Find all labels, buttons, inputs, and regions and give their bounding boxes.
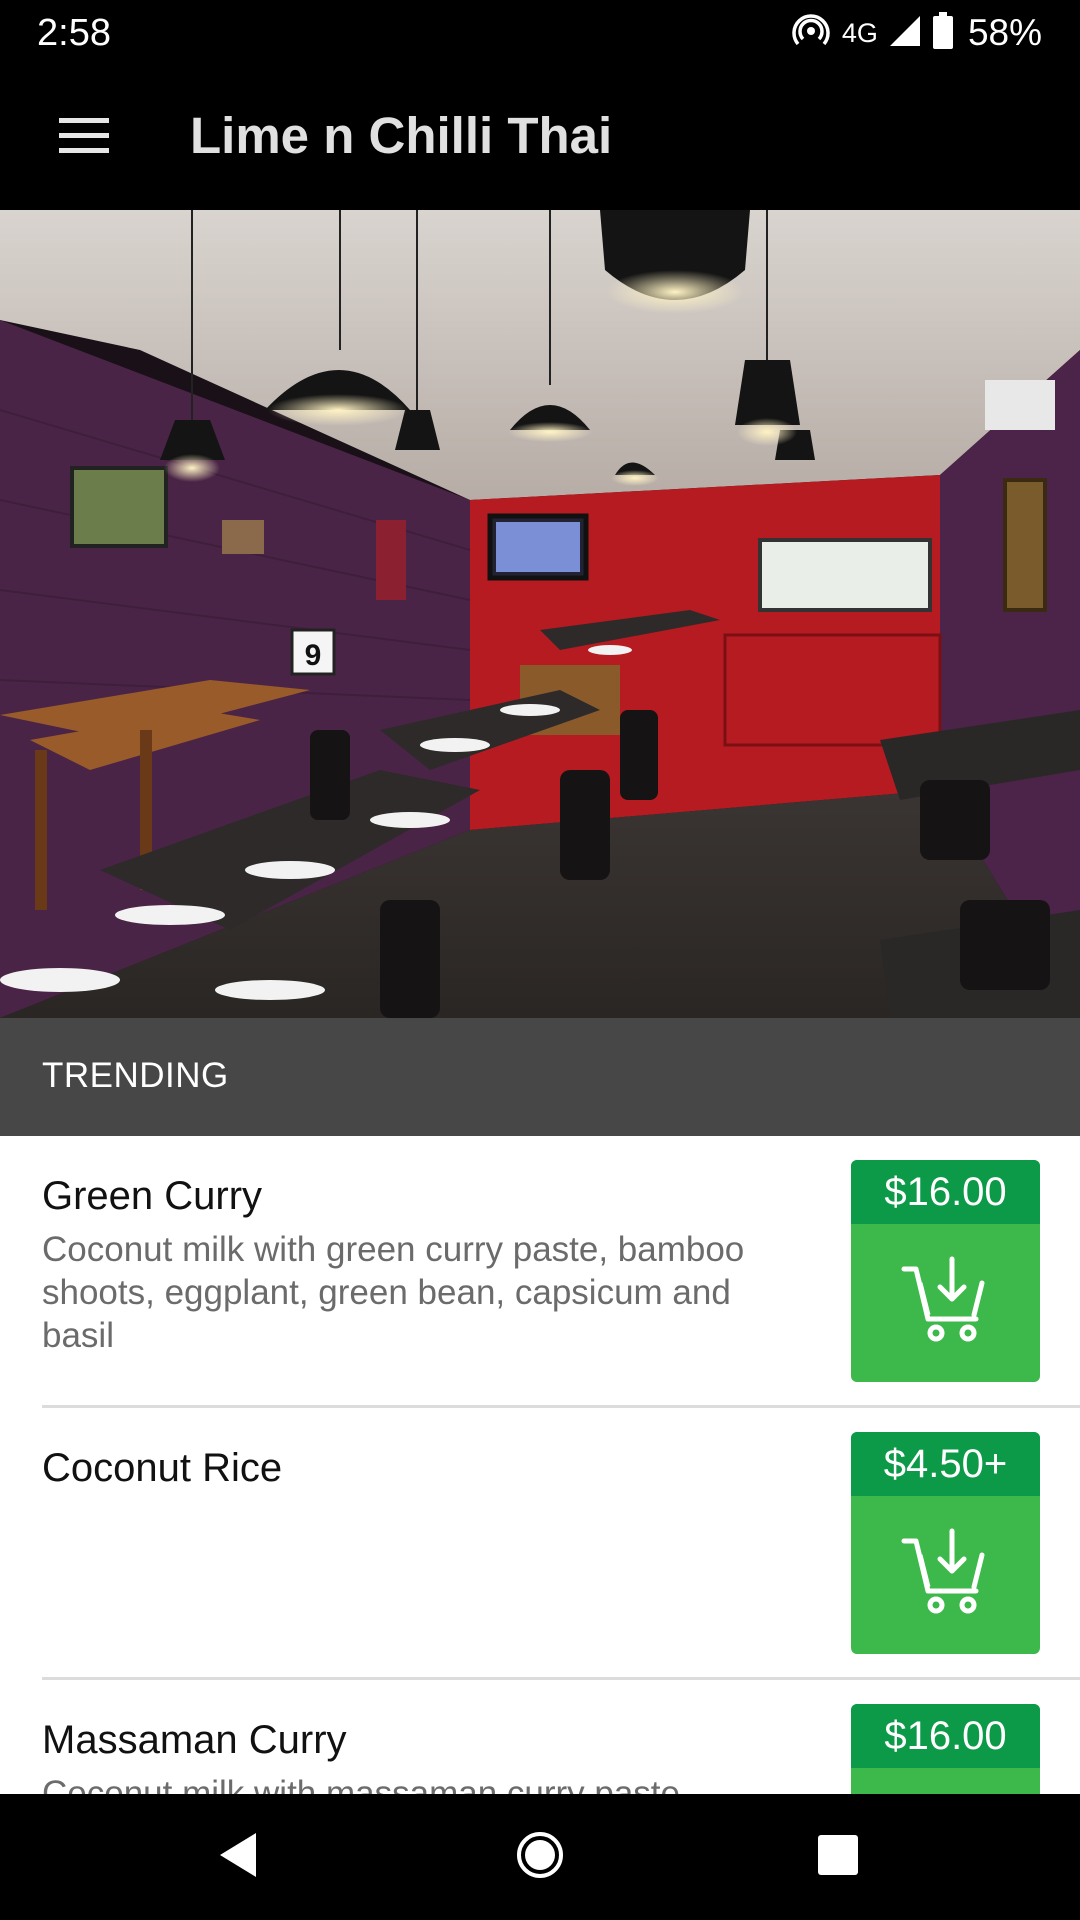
home-circle-icon: [515, 1830, 565, 1885]
add-to-cart-icon: [898, 1253, 994, 1354]
status-bar: 2:58 4G 58%: [0, 0, 1080, 66]
trending-list: Green Curry Coconut milk with green curr…: [0, 1136, 1080, 1794]
hotspot-icon: [792, 12, 830, 55]
status-time: 2:58: [37, 12, 111, 54]
list-item[interactable]: Coconut Rice $4.50+: [0, 1408, 1080, 1680]
menu-button[interactable]: [44, 104, 124, 172]
table-number: 9: [305, 639, 322, 672]
item-description: Coconut milk with green curry paste, bam…: [42, 1230, 745, 1355]
trending-header: TRENDING: [0, 1018, 1080, 1136]
network-type: 4G: [841, 17, 878, 48]
item-description: Coconut milk with massaman curry paste: [42, 1774, 680, 1794]
add-to-cart-icon: [898, 1525, 994, 1626]
add-to-cart-button[interactable]: $4.50+: [851, 1432, 1040, 1654]
app-bar: Lime n Chilli Thai: [0, 66, 1080, 210]
back-triangle-icon: [216, 1830, 260, 1885]
battery-icon: [932, 11, 954, 55]
price-tag: $16.00: [851, 1704, 1040, 1768]
restaurant-hero-image: 9: [0, 210, 1080, 1018]
app-screen: 2:58 4G 58% Lime n Chilli Thai 9 TRENDIN…: [0, 0, 1080, 1920]
price-tag: $4.50+: [851, 1432, 1040, 1496]
battery-percent: 58%: [967, 12, 1042, 53]
item-name: Coconut Rice: [42, 1446, 283, 1490]
back-button[interactable]: [205, 1824, 271, 1890]
restaurant-photo: 9: [0, 210, 1080, 1018]
section-title: TRENDING: [42, 1056, 229, 1095]
status-icons: 4G 58%: [792, 10, 1042, 56]
item-name: Green Curry: [42, 1174, 263, 1218]
recents-square-icon: [816, 1833, 860, 1882]
add-to-cart-button[interactable]: $16.00: [851, 1704, 1040, 1794]
home-button[interactable]: [507, 1824, 573, 1890]
app-title: Lime n Chilli Thai: [190, 107, 613, 164]
add-to-cart-button[interactable]: $16.00: [851, 1160, 1040, 1382]
hamburger-menu-icon: [59, 117, 109, 159]
list-item[interactable]: Massaman Curry Coconut milk with massama…: [0, 1680, 1080, 1794]
price-tag: $16.00: [851, 1160, 1040, 1224]
item-name: Massaman Curry: [42, 1718, 347, 1762]
list-item[interactable]: Green Curry Coconut milk with green curr…: [0, 1136, 1080, 1408]
system-nav-bar: [0, 1794, 1080, 1920]
signal-icon: [888, 14, 922, 53]
recents-button[interactable]: [805, 1824, 871, 1890]
